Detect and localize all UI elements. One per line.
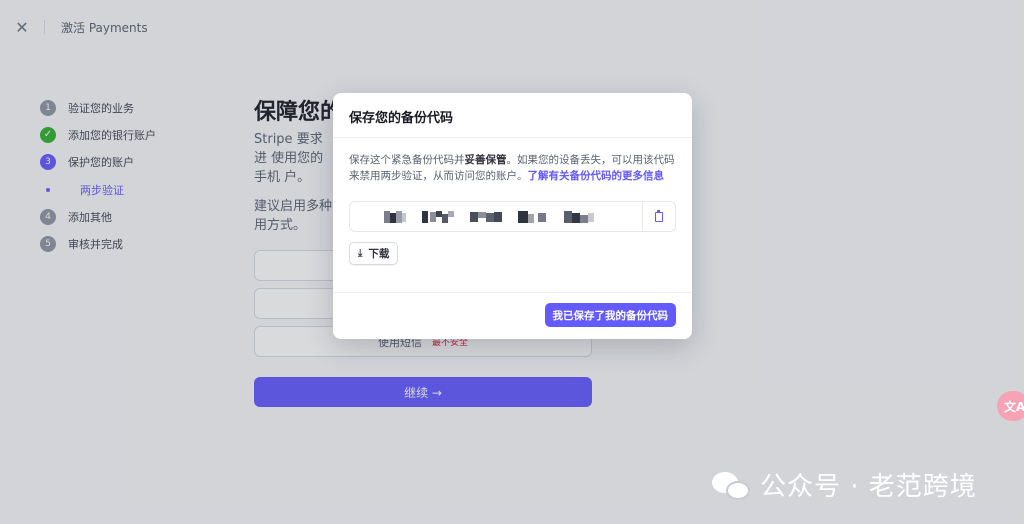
dialog-title: 保存您的备份代码 — [333, 93, 692, 138]
download-button[interactable]: ⤓ 下载 — [349, 242, 399, 265]
watermark-text: 公众号 · 老范跨境 — [760, 472, 977, 502]
redacted-code-block — [422, 210, 454, 223]
watermark: 公众号 · 老范跨境 — [712, 466, 977, 503]
backup-code-dialog: 保存您的备份代码 保存这个紧急备份代码并妥善保管。如果您的设备丢失，可以用该代码… — [333, 93, 692, 339]
clipboard-icon — [655, 209, 663, 222]
dialog-footer: 我已保存了我的备份代码 — [333, 292, 692, 339]
confirm-saved-button[interactable]: 我已保存了我的备份代码 — [544, 303, 676, 327]
redacted-code-block — [518, 210, 546, 223]
translate-icon[interactable]: 文A — [997, 391, 1024, 421]
wechat-icon — [712, 468, 752, 502]
redacted-code-block — [564, 210, 594, 223]
backup-code-value — [350, 210, 642, 224]
redacted-code-block — [470, 211, 502, 222]
download-label: 下载 — [368, 248, 390, 260]
learn-more-link[interactable]: 了解有关备份代码的更多信息 — [528, 170, 665, 182]
copy-code-button[interactable] — [642, 202, 675, 231]
download-icon: ⤓ — [358, 248, 363, 259]
dialog-info-text: 保存这个紧急备份代码并妥善保管。如果您的设备丢失，可以用该代码来禁用两步验证，从… — [349, 154, 675, 182]
redacted-code-block — [384, 210, 406, 223]
backup-code-field — [349, 201, 676, 232]
